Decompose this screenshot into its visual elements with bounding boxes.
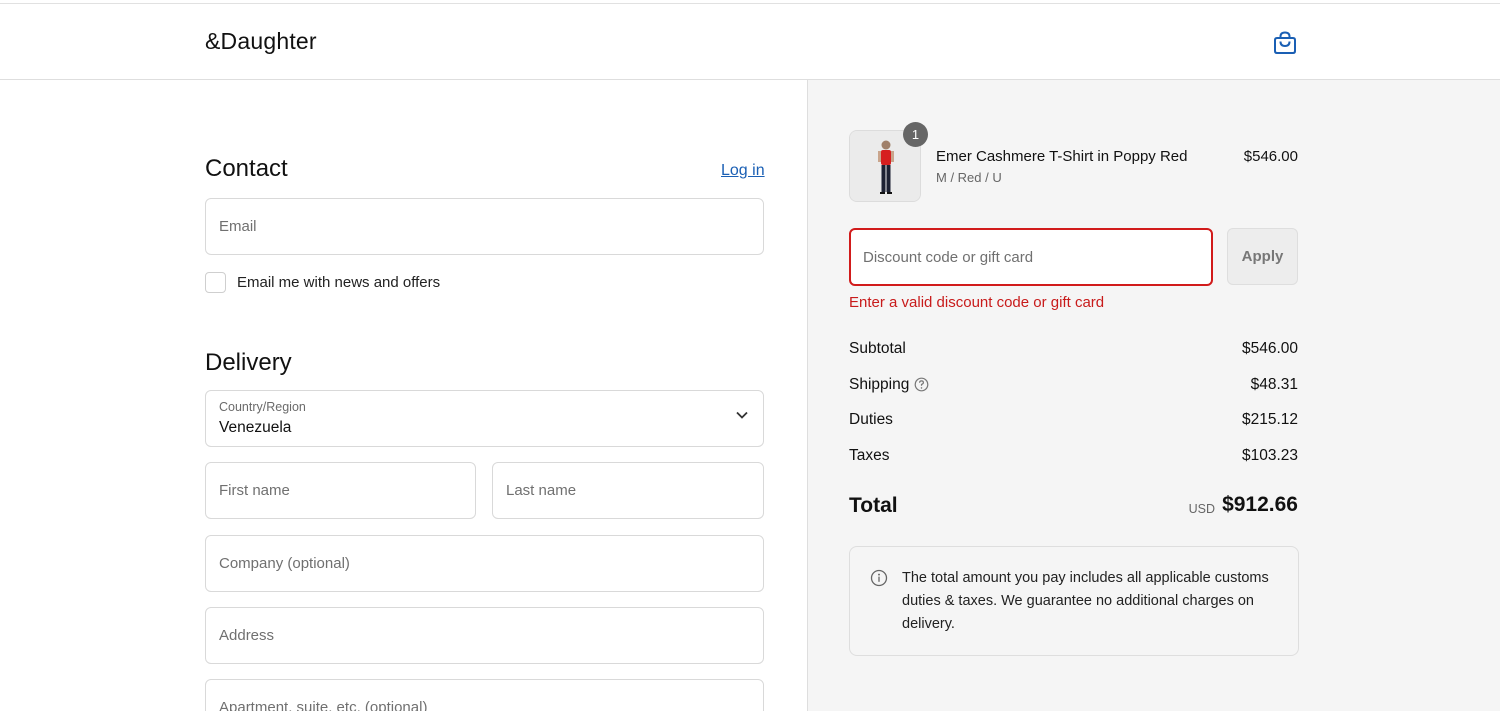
subtotal-value: $546.00 — [1241, 340, 1298, 357]
brand-logo[interactable]: &Daughter — [205, 28, 317, 55]
discount-field[interactable] — [849, 228, 1213, 286]
taxes-label: Taxes — [849, 447, 890, 464]
contact-title: Contact — [205, 155, 288, 182]
login-link[interactable]: Log in — [721, 162, 765, 180]
info-icon — [870, 569, 888, 587]
site-header: &Daughter — [0, 4, 1500, 80]
notice-text: The total amount you pay includes all ap… — [902, 570, 1269, 632]
chevron-down-icon — [736, 411, 748, 419]
duties-label: Duties — [849, 411, 893, 428]
delivery-title: Delivery — [205, 349, 292, 376]
duties-value: $215.12 — [1241, 411, 1298, 428]
first-name-input[interactable] — [206, 463, 475, 518]
email-field[interactable] — [205, 198, 764, 255]
discount-input[interactable] — [851, 230, 1211, 284]
first-name-field[interactable] — [205, 462, 476, 519]
help-circle-icon[interactable] — [914, 377, 929, 392]
total-value: $912.66 — [1222, 493, 1298, 516]
total-label: Total — [849, 494, 898, 517]
shipping-value: $48.31 — [1250, 376, 1298, 393]
discount-error: Enter a valid discount code or gift card — [849, 294, 1105, 311]
newsletter-label[interactable]: Email me with news and offers — [237, 274, 440, 291]
email-input[interactable] — [206, 199, 763, 254]
shopping-bag-icon[interactable] — [1272, 30, 1298, 56]
apartment-input[interactable] — [206, 680, 763, 711]
apply-button[interactable]: Apply — [1227, 228, 1298, 285]
address-field[interactable] — [205, 607, 764, 664]
country-value: Venezuela — [219, 419, 292, 436]
address-input[interactable] — [206, 608, 763, 663]
company-input[interactable] — [206, 536, 763, 591]
product-price: $546.00 — [1243, 148, 1298, 165]
subtotal-label: Subtotal — [849, 340, 906, 357]
newsletter-checkbox[interactable] — [205, 272, 226, 293]
company-field[interactable] — [205, 535, 764, 592]
apartment-field[interactable] — [205, 679, 764, 711]
shipping-label: Shipping — [849, 376, 910, 393]
taxes-value: $103.23 — [1241, 447, 1298, 464]
quantity-badge: 1 — [903, 122, 928, 147]
product-variant: M / Red / U — [936, 170, 1002, 185]
duties-notice: The total amount you pay includes all ap… — [849, 546, 1299, 656]
product-name: Emer Cashmere T-Shirt in Poppy Red — [936, 148, 1188, 165]
country-label: Country/Region — [219, 400, 306, 414]
country-select[interactable]: Country/Region Venezuela — [205, 390, 764, 447]
last-name-field[interactable] — [492, 462, 764, 519]
last-name-input[interactable] — [493, 463, 763, 518]
